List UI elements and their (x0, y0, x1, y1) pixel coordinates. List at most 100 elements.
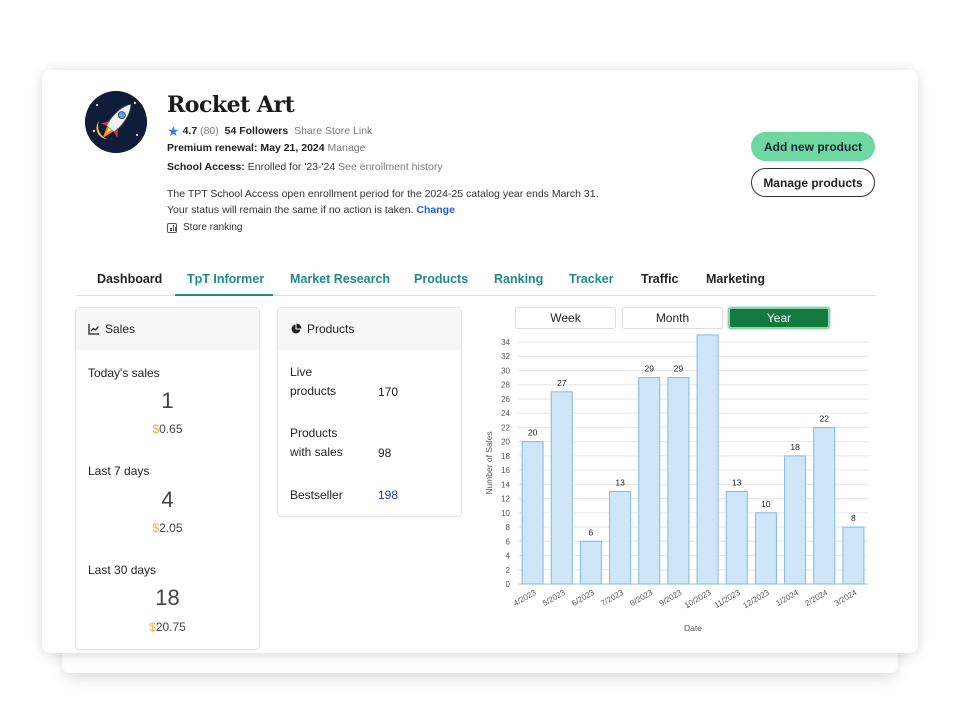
bar-value-label: 13 (615, 477, 625, 487)
store-name: Rocket Art (167, 92, 295, 118)
change-link[interactable]: Change (416, 204, 455, 216)
x-tick-label: 10/2023 (683, 588, 713, 611)
line-chart-icon (88, 323, 99, 335)
bar (579, 540, 602, 585)
last-7-days-count: 4 (161, 487, 174, 512)
live-products-value: 170 (378, 385, 399, 399)
y-tick-label: 30 (501, 366, 510, 375)
premium-manage-link[interactable]: Manage (328, 142, 366, 154)
bar-value-label: 10 (761, 499, 771, 509)
bar (784, 455, 807, 585)
year-button[interactable]: Year (728, 307, 830, 329)
store-ranking-link[interactable]: Store ranking (167, 222, 242, 233)
school-access-notice: The TPT School Access open enrollment pe… (167, 186, 647, 218)
bar (521, 441, 544, 585)
last-7-days-amount: $2.05 (152, 521, 183, 535)
x-tick-label: 11/2023 (713, 588, 743, 610)
y-axis-label: Number of Sales (484, 431, 494, 494)
school-access-status: Enrolled for '23-'24 (247, 161, 336, 173)
y-tick-label: 20 (501, 438, 510, 447)
live-products-label: Live products (290, 365, 337, 398)
y-tick-label: 28 (501, 381, 510, 390)
products-with-sales-value: 98 (378, 446, 392, 460)
notice-line-2: Your status will remain the same if no a… (167, 204, 455, 216)
sales-panel-title: Sales (105, 322, 136, 336)
tab-marketing[interactable]: Marketing (706, 272, 765, 286)
enrollment-history-link[interactable]: See enrollment history (338, 161, 442, 173)
followers-count: 54 Followers (224, 125, 289, 137)
rating-row: ★ 4.7 (80) 54 Followers Share Store Link (167, 123, 372, 140)
y-tick-label: 12 (501, 495, 510, 504)
x-tick-label: 5/2023 (541, 588, 567, 608)
bar (638, 377, 661, 585)
bar-value-label: 27 (557, 378, 567, 388)
products-panel-header: Products (278, 308, 461, 350)
x-tick-label: 6/2023 (570, 588, 596, 608)
school-access-row: School Access: Enrolled for '23-'24 See … (167, 161, 443, 173)
x-tick-label: 9/2023 (658, 588, 684, 608)
premium-label: Premium renewal: (167, 142, 258, 154)
y-tick-label: 2 (506, 566, 511, 575)
bar (725, 490, 748, 585)
last-7-days-label: Last 7 days (88, 464, 150, 478)
bar (696, 334, 719, 585)
pie-chart-icon (291, 323, 302, 334)
x-tick-label: 4/2023 (512, 588, 538, 608)
dashboard-card: Rocket Art ★ 4.7 (80) 54 Followers Share … (42, 70, 918, 653)
share-store-link[interactable]: Share Store Link (294, 125, 372, 137)
sales-panel-header: Sales (76, 308, 259, 350)
tab-tracker[interactable]: Tracker (569, 272, 613, 286)
tab-market-research[interactable]: Market Research (290, 272, 390, 286)
bar-chart-icon (167, 222, 177, 233)
bar-value-label: 29 (674, 364, 684, 374)
tab-traffic[interactable]: Traffic (641, 272, 679, 286)
products-panel-title: Products (307, 322, 355, 336)
bar (667, 377, 690, 585)
products-panel: Products Live products 170 Products with s… (277, 307, 462, 517)
y-tick-label: 34 (501, 338, 510, 347)
rating-count: (80) (200, 125, 219, 137)
school-access-label: School Access: (167, 161, 245, 173)
y-tick-label: 26 (501, 395, 510, 404)
x-tick-label: 2/2024 (804, 588, 830, 608)
notice-line-1: The TPT School Access open enrollment pe… (167, 188, 599, 200)
tab-tpt-informer[interactable]: TpT Informer (187, 272, 264, 286)
add-new-product-button[interactable]: Add new product (751, 132, 875, 161)
todays-sales-amount: $0.65 (152, 422, 183, 436)
y-tick-label: 32 (501, 352, 510, 361)
month-button[interactable]: Month (622, 307, 723, 329)
y-tick-label: 14 (501, 480, 510, 489)
y-tick-label: 8 (506, 523, 511, 532)
last-30-days-amount: $20.75 (149, 620, 186, 634)
tab-ranking[interactable]: Ranking (494, 272, 543, 286)
x-tick-label: 12/2023 (741, 588, 771, 611)
week-button[interactable]: Week (515, 307, 616, 329)
x-tick-label: 7/2023 (599, 588, 625, 608)
bar-value-label: 20 (528, 428, 538, 438)
sales-panel: Sales Today's sales 1 $0.65 Last 7 days … (75, 307, 260, 650)
rating-value: 4.7 (182, 125, 198, 137)
y-tick-label: 22 (501, 423, 510, 432)
last-30-days-count: 18 (155, 585, 180, 610)
bar-value-label: 13 (732, 477, 742, 487)
tab-products[interactable]: Products (414, 272, 468, 286)
manage-products-button[interactable]: Manage products (751, 168, 875, 197)
todays-sales-count: 1 (161, 388, 174, 413)
bar (754, 512, 777, 585)
bestseller-link[interactable]: 198 (378, 488, 398, 502)
bar (609, 490, 632, 585)
y-tick-label: 24 (501, 409, 510, 418)
bar-value-label: 6 (589, 527, 594, 537)
tab-dashboard[interactable]: Dashboard (97, 272, 162, 286)
premium-date: May 21, 2024 (260, 142, 325, 154)
premium-renewal-row: Premium renewal: May 21, 2024 Manage (167, 142, 365, 154)
star-icon: ★ (167, 123, 180, 139)
active-tab-indicator (175, 294, 273, 296)
bar-value-label: 22 (820, 413, 830, 423)
x-tick-label: 8/2023 (629, 588, 655, 608)
todays-sales-label: Today's sales (88, 366, 160, 380)
bar-value-label: 29 (645, 364, 655, 374)
bar (842, 526, 865, 585)
store-avatar (85, 91, 147, 153)
x-tick-label: 1/2024 (774, 588, 800, 608)
